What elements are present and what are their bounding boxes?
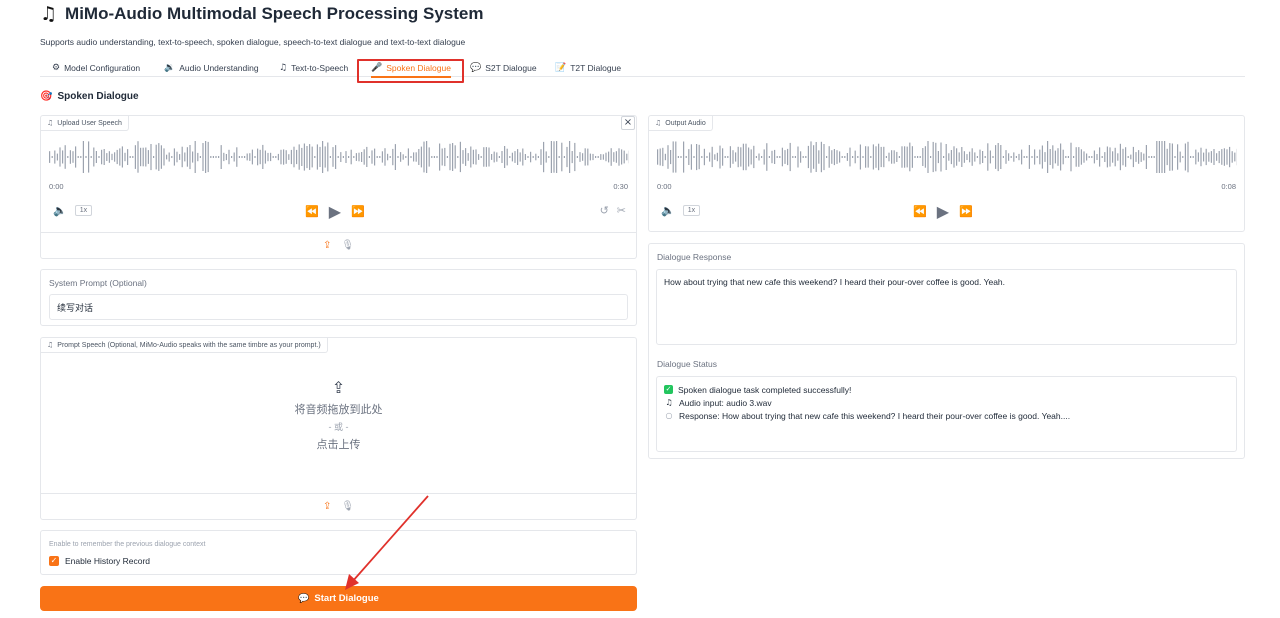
rewind-icon[interactable]: ⏪ — [913, 205, 927, 218]
tab-label: Audio Understanding — [179, 62, 259, 73]
tab-audio-understanding[interactable]: 🔉 Audio Understanding — [164, 59, 259, 76]
tab-spoken-dialogue[interactable]: 🎤 Spoken Dialogue — [371, 59, 451, 78]
undo-icon[interactable]: ↺ — [600, 204, 609, 217]
history-hint: Enable to remember the previous dialogue… — [49, 541, 206, 548]
dialogue-response-text[interactable]: How about trying that new cafe this week… — [656, 269, 1237, 345]
speech-bubble-icon: ○ — [665, 411, 673, 420]
status-text: Spoken dialogue task completed successfu… — [678, 384, 852, 395]
checkbox-checked-icon[interactable]: ✓ — [49, 556, 59, 566]
audio-drop-zone[interactable]: ⇪ 将音频拖放到此处 - 或 - 点击上传 — [41, 378, 636, 452]
current-time: 0:00 — [49, 182, 64, 191]
speech-bubble-icon: 💬 — [298, 593, 310, 604]
microphone-icon[interactable]: 🎙 — [341, 501, 354, 512]
upload-icon[interactable]: ⇪ — [323, 240, 331, 251]
speaker-icon: 🔉 — [164, 62, 176, 73]
prompt-source-bar: ⇪ 🎙 — [41, 493, 636, 519]
tab-label: Model Configuration — [64, 62, 141, 73]
speech-bubble-icon: 💬 — [470, 62, 482, 73]
fast-forward-icon[interactable]: ⏩ — [351, 205, 365, 218]
upload-audio-label-text: Upload User Speech — [57, 119, 122, 127]
playback-controls: ⏪ ▶ ⏩ — [305, 202, 365, 221]
status-line: ✓ Spoken dialogue task completed success… — [664, 383, 1229, 396]
app-title: ♫ MiMo-Audio Multimodal Speech Processin… — [40, 3, 484, 25]
tab-label: S2T Dialogue — [485, 62, 537, 73]
duration: 0:08 — [1221, 182, 1236, 191]
check-icon: ✓ — [664, 385, 673, 394]
tab-label: Spoken Dialogue — [386, 62, 451, 73]
scissors-icon[interactable]: ✂ — [617, 204, 626, 217]
music-note-icon: ♫ — [40, 3, 58, 25]
dialogue-status-label: Dialogue Status — [657, 359, 718, 369]
volume-controls: 🔈 1x — [53, 204, 93, 217]
prompt-speech-panel: ♫ Prompt Speech (Optional, MiMo-Audio sp… — [40, 337, 637, 520]
prompt-speech-label-text: Prompt Speech (Optional, MiMo-Audio spea… — [57, 341, 321, 349]
microphone-icon: 🎤 — [371, 62, 383, 73]
status-text: Response: How about trying that new cafe… — [679, 410, 1071, 421]
music-note-icon: ♫ — [655, 119, 662, 127]
play-icon[interactable]: ▶ — [937, 202, 949, 221]
gear-icon: ⚙ — [52, 62, 61, 73]
volume-icon[interactable]: 🔈 — [53, 204, 67, 217]
playback-speed-button[interactable]: 1x — [74, 205, 93, 216]
app-subtitle: Supports audio understanding, text-to-sp… — [40, 37, 466, 47]
waveform-output[interactable] — [657, 140, 1237, 174]
playback-speed-button[interactable]: 1x — [682, 205, 701, 216]
music-note-icon: ♫ — [279, 62, 288, 73]
music-note-icon: ♫ — [47, 341, 54, 349]
tab-label: Text-to-Speech — [291, 62, 349, 73]
current-time: 0:00 — [657, 182, 672, 191]
duration: 0:30 — [613, 182, 628, 191]
upload-source-bar: ⇪ 🎙 — [41, 232, 636, 258]
upload-audio-label: ♫ Upload User Speech — [41, 116, 129, 131]
history-checkbox-label: Enable History Record — [65, 556, 151, 566]
status-text: Audio input: audio 3.wav — [679, 397, 772, 408]
start-dialogue-label: Start Dialogue — [314, 593, 379, 604]
prompt-speech-label: ♫ Prompt Speech (Optional, MiMo-Audio sp… — [41, 338, 328, 353]
section-title: 🎯 Spoken Dialogue — [40, 91, 139, 102]
tab-label: T2T Dialogue — [570, 62, 622, 73]
dialogue-response-label: Dialogue Response — [657, 252, 732, 262]
tab-text-to-speech[interactable]: ♫ Text-to-Speech — [279, 59, 348, 76]
music-note-icon: ♫ — [665, 398, 673, 407]
music-note-icon: ♫ — [47, 119, 54, 127]
play-icon[interactable]: ▶ — [329, 202, 341, 221]
volume-controls: 🔈 1x — [661, 204, 701, 217]
playback-controls: ⏪ ▶ ⏩ — [913, 202, 973, 221]
edit-controls: ↺ ✂ — [600, 204, 626, 217]
status-line: ♫ Audio input: audio 3.wav — [664, 396, 1229, 409]
upload-audio-panel: ♫ Upload User Speech × 0:00 0:30 🔈 1x ⏪ … — [40, 115, 637, 259]
status-line: ○ Response: How about trying that new ca… — [664, 409, 1229, 422]
start-dialogue-button[interactable]: 💬 Start Dialogue — [40, 586, 637, 611]
tab-s2t-dialogue[interactable]: 💬 S2T Dialogue — [470, 59, 537, 76]
target-icon: 🎯 — [40, 91, 53, 102]
tab-model-configuration[interactable]: ⚙ Model Configuration — [52, 59, 140, 76]
output-audio-label: ♫ Output Audio — [649, 116, 713, 131]
system-prompt-input[interactable]: 续写对话 — [49, 294, 628, 320]
dialogue-status-box[interactable]: ✓ Spoken dialogue task completed success… — [656, 376, 1237, 452]
upload-icon[interactable]: ⇪ — [323, 501, 331, 512]
tab-bar: ⚙ Model Configuration 🔉 Audio Understand… — [40, 59, 1245, 78]
volume-icon[interactable]: 🔈 — [661, 204, 675, 217]
fast-forward-icon[interactable]: ⏩ — [959, 205, 973, 218]
system-prompt-panel: System Prompt (Optional) 续写对话 — [40, 269, 637, 326]
close-icon[interactable]: × — [621, 116, 635, 130]
microphone-icon[interactable]: 🎙 — [341, 240, 354, 251]
history-panel: Enable to remember the previous dialogue… — [40, 530, 637, 575]
tab-t2t-dialogue[interactable]: 📝 T2T Dialogue — [555, 59, 621, 76]
output-audio-label-text: Output Audio — [665, 119, 706, 127]
upload-icon: ⇪ — [331, 378, 346, 397]
section-title-text: Spoken Dialogue — [57, 91, 139, 102]
drop-text: 将音频拖放到此处 — [294, 404, 383, 416]
history-checkbox-row[interactable]: ✓ Enable History Record — [49, 556, 150, 566]
output-audio-panel: ♫ Output Audio 0:00 0:08 🔈 1x ⏪ ▶ ⏩ — [648, 115, 1245, 232]
waveform-upload[interactable] — [49, 140, 629, 174]
app-title-text: MiMo-Audio Multimodal Speech Processing … — [65, 4, 484, 23]
or-text: - 或 - — [328, 422, 349, 432]
memo-icon: 📝 — [555, 62, 567, 73]
system-prompt-label: System Prompt (Optional) — [49, 278, 147, 288]
click-upload-text: 点击上传 — [316, 439, 361, 451]
rewind-icon[interactable]: ⏪ — [305, 205, 319, 218]
dialogue-output-panel: Dialogue Response How about trying that … — [648, 243, 1245, 459]
